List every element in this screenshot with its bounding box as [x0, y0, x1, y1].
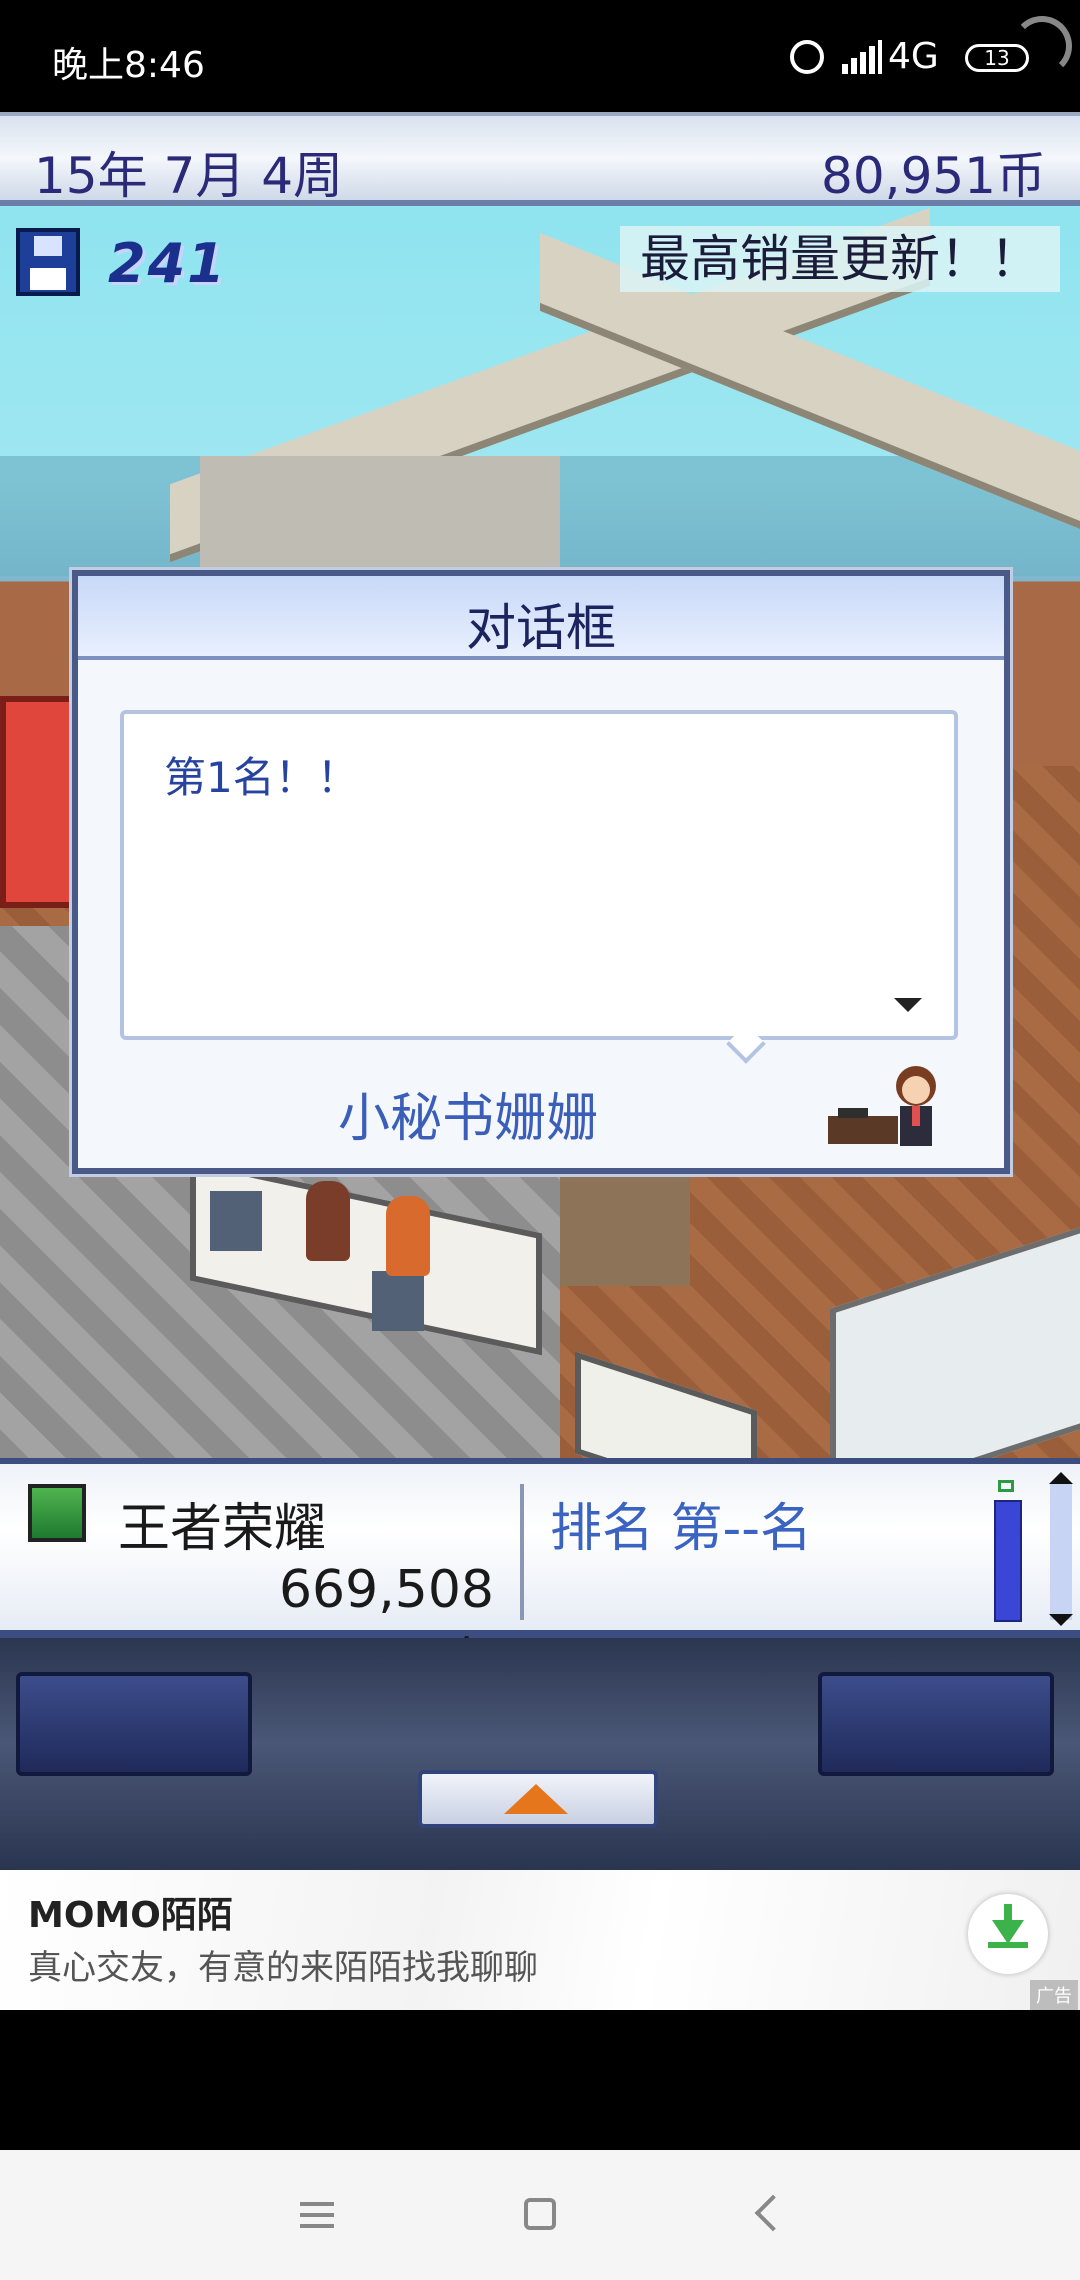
up-arrow-icon: [504, 1784, 568, 1814]
control-bar: [0, 1638, 1080, 1870]
panel-divider: [520, 1484, 524, 1620]
game-info-panel[interactable]: 王者荣耀 669,508套 排名 第--名: [0, 1458, 1080, 1693]
ad-description: 真心交友，有意的来陌陌找我聊聊: [28, 1948, 538, 1988]
floppy-disk-icon: [16, 228, 80, 296]
network-type: 4G: [888, 36, 939, 77]
staff-character[interactable]: [306, 1181, 350, 1261]
game-title: 王者荣耀: [118, 1499, 327, 1559]
monitor: [372, 1271, 424, 1331]
dialog-title: 对话框: [466, 599, 616, 657]
system-nav-bar: [0, 2150, 1080, 2280]
scrollbar[interactable]: [1050, 1484, 1072, 1620]
monitor: [210, 1191, 262, 1251]
game-date: 15年 7月 4周: [34, 147, 344, 205]
signal-icon: [842, 40, 882, 74]
status-time: 晚上8:46: [52, 45, 205, 86]
continue-arrow-icon: [894, 998, 922, 1012]
sales-record-banner: 最高销量更新！！: [620, 226, 1060, 292]
scroll-up-icon[interactable]: [1049, 1472, 1073, 1484]
download-base: [988, 1942, 1028, 1948]
right-menu-button[interactable]: [818, 1672, 1054, 1776]
back-icon[interactable]: [754, 2194, 792, 2232]
rank-bar: [994, 1500, 1022, 1622]
loading-arc-icon: [1012, 16, 1072, 76]
blank-area: [0, 2010, 1080, 2150]
meeting-table: [560, 1166, 690, 1286]
game-rank: 排名 第--名: [550, 1499, 813, 1559]
dialog-message: 第1名！！: [164, 753, 359, 802]
ad-tag: 广告: [1030, 1980, 1078, 2010]
scroll-down-icon[interactable]: [1049, 1614, 1073, 1626]
ad-banner[interactable]: MOMO陌陌 真心交友，有意的来陌陌找我聊聊 广告: [0, 1870, 1080, 2010]
speaker-name: 小秘书姗姗: [338, 1089, 599, 1149]
status-bar: 晚上8:46 4G 13: [0, 0, 1080, 112]
dialog-header: 对话框: [78, 576, 1004, 660]
ad-title: MOMO陌陌: [28, 1895, 233, 1936]
download-button[interactable]: [968, 1894, 1048, 1974]
rank-indicator-icon: [998, 1480, 1014, 1492]
money-display: 80,951币: [821, 147, 1046, 205]
dialog-box[interactable]: 对话框 第1名！！ 小秘书姗姗: [72, 570, 1010, 1174]
alarm-icon: [790, 40, 824, 74]
menu-icon[interactable]: [300, 2202, 334, 2228]
message-bubble[interactable]: 第1名！！: [120, 710, 958, 1040]
game-title-icon: [28, 1484, 86, 1542]
staff-character[interactable]: [386, 1196, 430, 1276]
home-icon[interactable]: [524, 2198, 556, 2230]
game-top-bar: 15年 7月 4周 80,951币: [0, 112, 1080, 206]
secretary-avatar: [828, 1066, 936, 1146]
fans-count: 241: [108, 232, 227, 295]
download-arrow: [992, 1920, 1024, 1944]
expand-menu-button[interactable]: [418, 1770, 658, 1828]
left-menu-button[interactable]: [16, 1672, 252, 1776]
